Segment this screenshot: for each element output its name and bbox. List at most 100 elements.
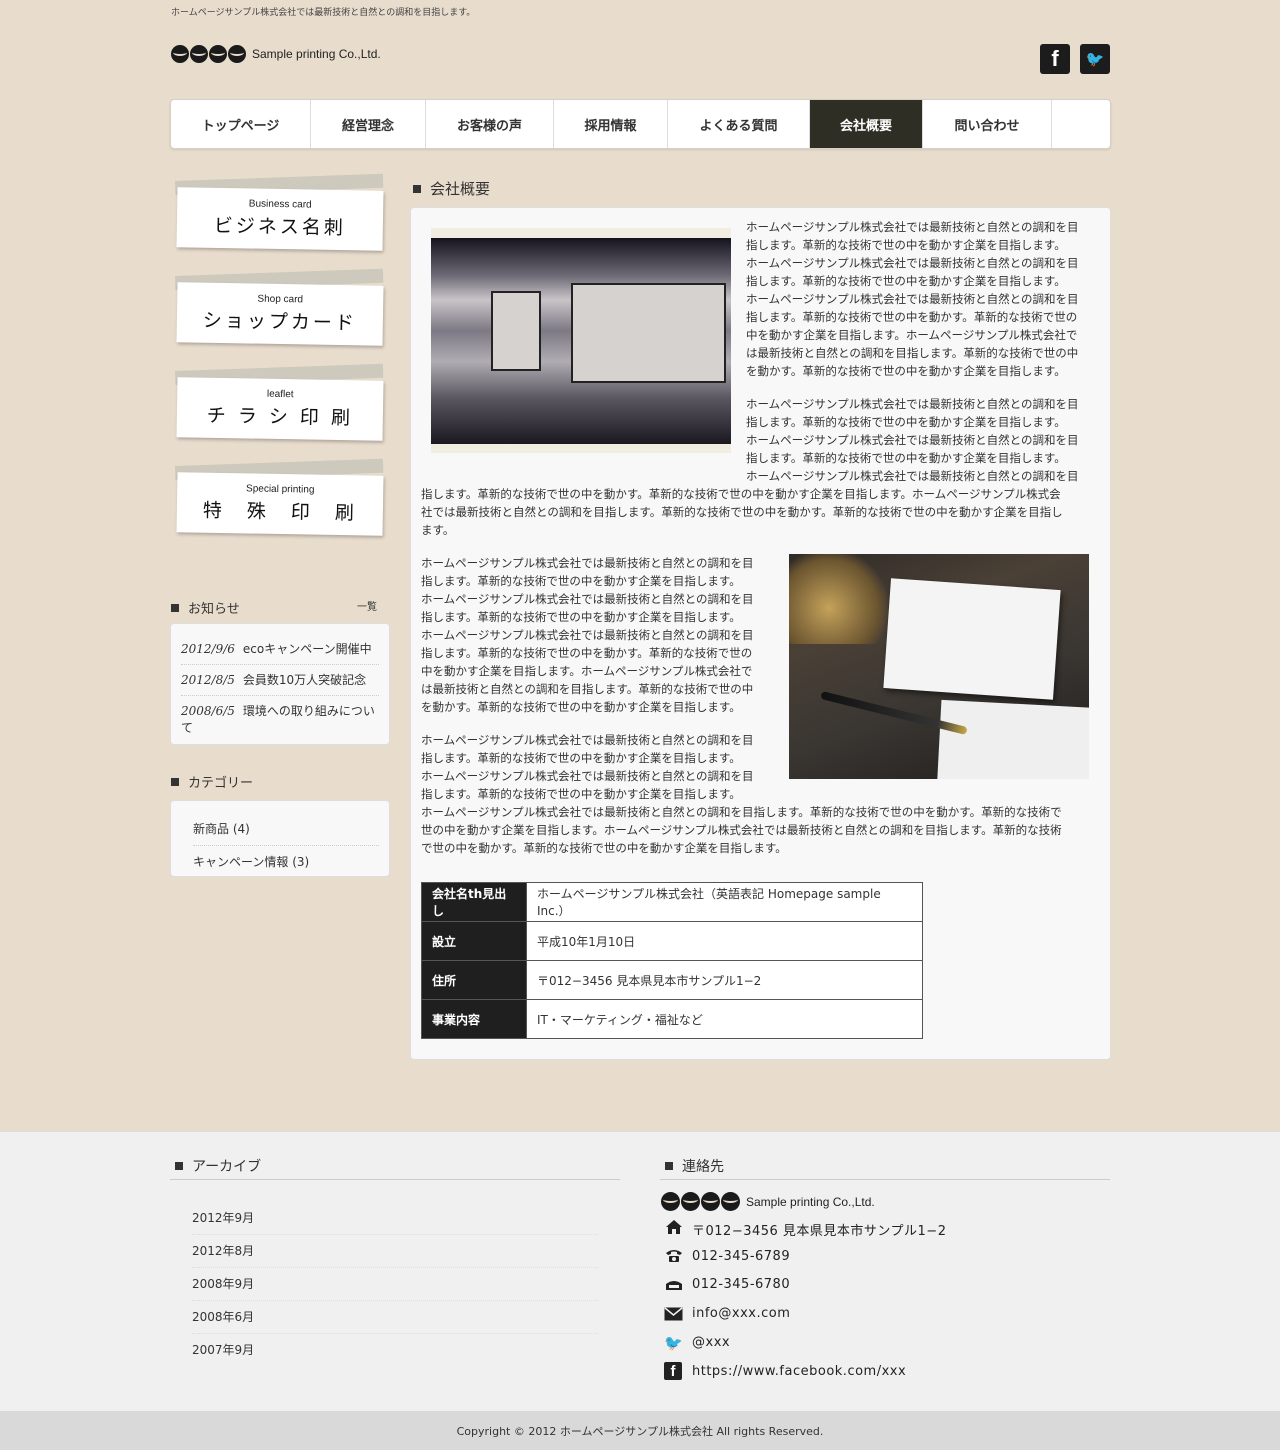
- category-heading: カテゴリー: [171, 772, 253, 791]
- twitter-icon: 🐦: [664, 1333, 683, 1352]
- news-text: 会員数10万人突破記念: [242, 673, 367, 687]
- archive-item[interactable]: 2008年6月: [192, 1308, 598, 1334]
- square-bullet-icon: [413, 184, 421, 193]
- photo-card: [936, 699, 1089, 779]
- contact-facebook[interactable]: https://www.facebook.com/xxx: [692, 1364, 906, 1379]
- text-line: ホームページサンプル株式会社では最新技術と自然との調和を目: [746, 433, 1079, 447]
- text-line: ホームページサンプル株式会社では最新技術と自然との調和を目: [746, 292, 1079, 306]
- text-line: 指します。革新的な技術で世の中を動かす企業を目指します。: [421, 610, 741, 624]
- text-line: で世の中を動かす。革新的な技術で世の中を動かす企業を目指します。: [421, 841, 787, 855]
- contact-twitter[interactable]: @xxx: [692, 1335, 730, 1350]
- contact-fax: 012-345-6780: [692, 1277, 791, 1292]
- table-cell: 〒012−3456 見本県見本市サンプル1−2: [526, 960, 923, 1000]
- text-line: 社では最新技術と自然との調和を目指します。革新的な技術で世の中を動かす。革新的な…: [421, 505, 1063, 519]
- banner-paper: Shop card ショップカード: [176, 282, 384, 346]
- company-info-table: 会社名th見出し ホームページサンプル株式会社（英語表記 Homepage sa…: [421, 882, 923, 1039]
- contact-heading: 連絡先: [665, 1156, 724, 1176]
- banner-shop-card[interactable]: Shop card ショップカード: [175, 268, 385, 348]
- photo-accent: [789, 554, 889, 644]
- nav-item-philosophy[interactable]: 経営理念: [311, 100, 426, 148]
- contact-divider: [660, 1179, 1110, 1180]
- mail-icon: [664, 1305, 683, 1322]
- category-panel: 新商品 (4) キャンペーン情報 (3): [170, 800, 390, 877]
- text-line: 中を動かす企業を目指します。ホームページサンプル株式会社で: [746, 328, 1078, 342]
- text-line: 指します。革新的な技術で世の中を動かす企業を目指します。: [746, 274, 1066, 288]
- category-item[interactable]: 新商品 (4): [193, 820, 379, 846]
- site-logo[interactable]: Sample printing Co.,Ltd.: [171, 45, 381, 63]
- paragraph-2-full: 指します。革新的な技術で世の中を動かす。革新的な技術で世の中を動かす企業を目指し…: [421, 485, 1101, 539]
- text-line: ホームページサンプル株式会社では最新技術と自然との調和を目: [421, 769, 754, 783]
- text-line: 指します。革新的な技術で世の中を動かす企業を目指します。: [421, 574, 741, 588]
- table-row: 設立 平成10年1月10日: [421, 921, 923, 961]
- banner-leaflet[interactable]: leaflet チ ラ シ 印 刷: [175, 363, 385, 443]
- contact-tel[interactable]: 012-345-6789: [692, 1249, 790, 1264]
- text-line: 指します。革新的な技術で世の中を動かす。革新的な技術で世の中を動かす企業を目指し…: [421, 487, 1061, 501]
- nav-item-recruit[interactable]: 採用情報: [554, 100, 668, 148]
- square-bullet-icon: [171, 603, 179, 612]
- category-item[interactable]: キャンペーン情報 (3): [193, 853, 379, 878]
- photo-poster: [571, 283, 726, 383]
- banner-jp-label: ショップカード: [202, 309, 358, 335]
- banner-jp-label: ビジネス名刺: [213, 214, 347, 240]
- paragraph-4-left: ホームページサンプル株式会社では最新技術と自然との調和を目 指します。革新的な技…: [421, 731, 776, 803]
- text-line: ホームページサンプル株式会社では最新技術と自然との調和を目指します。革新的な技術…: [421, 805, 1062, 819]
- square-bullet-icon: [171, 777, 179, 786]
- text-line: 指します。革新的な技術で世の中を動かす企業を目指します。: [746, 451, 1066, 465]
- banner-paper: Special printing 特 殊 印 刷: [176, 472, 384, 536]
- news-item[interactable]: 2012/8/5 会員数10万人突破記念: [181, 672, 379, 696]
- banner-jp-label: 特 殊 印 刷: [202, 499, 358, 525]
- footer-logo: Sample printing Co.,Ltd.: [661, 1192, 875, 1211]
- logo-mark-icon: [171, 45, 189, 63]
- facebook-icon[interactable]: f: [1040, 44, 1070, 74]
- banner-business-card[interactable]: Business card ビジネス名刺: [175, 173, 385, 253]
- site-tagline: ホームページサンプル株式会社では最新技術と自然との調和を目指します。: [171, 8, 476, 18]
- news-date: 2012/9/6: [181, 642, 235, 656]
- text-line: ホームページサンプル株式会社では最新技術と自然との調和を目: [746, 220, 1079, 234]
- archive-item[interactable]: 2007年9月: [192, 1341, 598, 1366]
- archive-title: アーカイブ: [192, 1159, 262, 1175]
- nav-item-company[interactable]: 会社概要: [810, 100, 923, 148]
- contact-email[interactable]: info@xxx.com: [692, 1306, 790, 1321]
- text-line: を動かす。革新的な技術で世の中を動かす企業を目指します。: [746, 364, 1066, 378]
- main-heading: 会社概要: [413, 178, 490, 199]
- news-item[interactable]: 2008/6/5 環境への取り組みについて: [181, 703, 379, 743]
- text-line: を動かす。革新的な技術で世の中を動かす企業を目指します。: [421, 700, 741, 714]
- text-line: ます。: [421, 523, 455, 537]
- banner-en-label: Special printing: [245, 483, 315, 496]
- text-line: 指します。革新的な技術で世の中を動かす企業を目指します。: [746, 415, 1066, 429]
- phone-icon: [664, 1247, 683, 1264]
- nav-item-contact[interactable]: 問い合わせ: [923, 100, 1052, 148]
- archive-item[interactable]: 2012年8月: [192, 1242, 598, 1268]
- paragraph-1: ホームページサンプル株式会社では最新技術と自然との調和を目 指します。革新的な技…: [746, 218, 1096, 380]
- table-cell: 平成10年1月10日: [526, 921, 923, 961]
- text-line: は最新技術と自然との調和を目指します。革新的な技術で世の中: [421, 682, 754, 696]
- text-line: ホームページサンプル株式会社では最新技術と自然との調和を目: [746, 469, 1079, 483]
- news-more-link[interactable]: 一覧: [357, 598, 377, 613]
- text-line: ホームページサンプル株式会社では最新技術と自然との調和を目: [746, 397, 1079, 411]
- global-nav: トップページ 経営理念 お客様の声 採用情報 よくある質問 会社概要 問い合わせ: [170, 99, 1111, 149]
- paragraph-2-right: ホームページサンプル株式会社では最新技術と自然との調和を目 指します。革新的な技…: [746, 395, 1096, 485]
- news-item[interactable]: 2012/9/6 ecoキャンペーン開催中: [181, 641, 379, 665]
- nav-item-voices[interactable]: お客様の声: [426, 100, 554, 148]
- copyright-bar: Copyright © 2012 ホームページサンプル株式会社 All righ…: [0, 1411, 1280, 1450]
- news-heading: お知らせ: [171, 598, 240, 617]
- banner-special-printing[interactable]: Special printing 特 殊 印 刷: [175, 458, 385, 538]
- logo-mark-icon: [228, 45, 246, 63]
- logo-mark-icon: [681, 1192, 700, 1211]
- table-header-cell: 会社名th見出し: [421, 882, 527, 922]
- company-name: Sample printing Co.,Ltd.: [252, 47, 381, 61]
- text-line: 指します。革新的な技術で世の中を動かす。革新的な技術で世の: [421, 646, 753, 660]
- text-line: 指します。革新的な技術で世の中を動かす。革新的な技術で世の: [746, 310, 1078, 324]
- paragraph-3: ホームページサンプル株式会社では最新技術と自然との調和を目 指します。革新的な技…: [421, 554, 776, 716]
- square-bullet-icon: [665, 1162, 673, 1170]
- text-line: 指します。革新的な技術で世の中を動かす企業を目指します。: [746, 238, 1066, 252]
- nav-item-faq[interactable]: よくある質問: [668, 100, 810, 148]
- banner-paper: leaflet チ ラ シ 印 刷: [176, 377, 384, 441]
- nav-item-top[interactable]: トップページ: [171, 100, 311, 148]
- twitter-icon[interactable]: 🐦: [1080, 44, 1110, 74]
- archive-item[interactable]: 2008年9月: [192, 1275, 598, 1301]
- archive-item[interactable]: 2012年9月: [192, 1209, 598, 1235]
- table-header-cell: 設立: [421, 921, 527, 961]
- logo-mark-icon: [661, 1192, 680, 1211]
- copyright-text: Copyright © 2012 ホームページサンプル株式会社 All righ…: [456, 1424, 824, 1438]
